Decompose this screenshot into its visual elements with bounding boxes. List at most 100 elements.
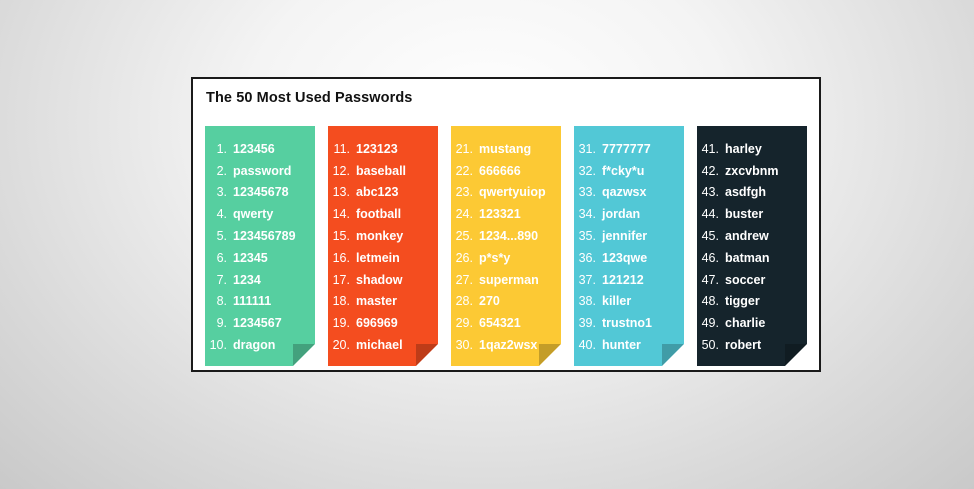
rank-number: 33. bbox=[578, 185, 596, 200]
password-entry: 18. master bbox=[328, 291, 438, 313]
password-text: trustno1 bbox=[602, 316, 652, 331]
rank-number: 31. bbox=[578, 141, 596, 156]
password-text: p*s*y bbox=[479, 250, 511, 265]
rank-number: 39. bbox=[578, 316, 596, 331]
rank-number: 47. bbox=[701, 272, 719, 287]
rank-number: 37. bbox=[578, 272, 596, 287]
password-text: jordan bbox=[602, 207, 641, 222]
password-text: 1qaz2wsx bbox=[479, 338, 538, 353]
password-text: 111111 bbox=[233, 294, 272, 309]
infographic-panel: The 50 Most Used Passwords 1. 123456 2. pas… bbox=[191, 77, 821, 372]
password-text: f*cky*u bbox=[602, 163, 645, 178]
password-entry: 41. harley bbox=[697, 138, 807, 160]
password-text: asdfgh bbox=[725, 185, 766, 200]
password-entry: 3. 12345678 bbox=[205, 182, 315, 204]
password-text: shadow bbox=[356, 272, 403, 287]
password-text: 7777777 bbox=[602, 141, 651, 156]
rank-number: 45. bbox=[701, 229, 719, 244]
password-entry: 39. trustno1 bbox=[574, 312, 684, 334]
password-entry: 28. 270 bbox=[451, 291, 561, 313]
rank-number: 41. bbox=[701, 141, 719, 156]
password-entry: 7. 1234 bbox=[205, 269, 315, 291]
password-text: letmein bbox=[356, 250, 400, 265]
password-text: 270 bbox=[479, 294, 500, 309]
password-text: 1234 bbox=[233, 272, 261, 287]
rank-number: 49. bbox=[701, 316, 719, 331]
rank-number: 26. bbox=[455, 250, 473, 265]
rank-number: 2. bbox=[216, 163, 227, 178]
password-entry: 24. 123321 bbox=[451, 203, 561, 225]
rank-number: 16. bbox=[332, 250, 350, 265]
rank-number: 32. bbox=[578, 163, 596, 178]
rank-number: 4. bbox=[216, 207, 227, 222]
password-text: hunter bbox=[602, 338, 641, 353]
password-text: jennifer bbox=[602, 229, 648, 244]
password-entry: 33. qazwsx bbox=[574, 182, 684, 204]
rank-number: 18. bbox=[332, 294, 350, 309]
rank-number: 27. bbox=[455, 272, 473, 287]
rank-number: 36. bbox=[578, 250, 596, 265]
password-entry: 4. qwerty bbox=[205, 203, 315, 225]
rank-number: 48. bbox=[701, 294, 719, 309]
password-text: michael bbox=[356, 338, 403, 353]
rank-number: 19. bbox=[332, 316, 350, 331]
password-text: charlie bbox=[725, 316, 766, 331]
rank-number: 21. bbox=[455, 141, 473, 156]
password-column-2: 11. 123123 12. baseball 13. abc123 14. football… bbox=[328, 126, 438, 366]
rank-number: 24. bbox=[455, 207, 473, 222]
rank-number: 50. bbox=[701, 338, 719, 353]
password-entry: 25. 1234...890 bbox=[451, 225, 561, 247]
folded-corner bbox=[662, 344, 684, 366]
password-entry: 8. 111111 bbox=[205, 291, 315, 313]
password-entry: 13. abc123 bbox=[328, 182, 438, 204]
password-text: harley bbox=[725, 141, 762, 156]
password-text: 1234567 bbox=[233, 316, 282, 331]
password-text: football bbox=[356, 207, 402, 222]
password-entry: 48. tigger bbox=[697, 291, 807, 313]
rank-number: 44. bbox=[701, 207, 719, 222]
password-text: buster bbox=[725, 207, 764, 222]
password-text: 12345678 bbox=[233, 185, 289, 200]
password-entry: 17. shadow bbox=[328, 269, 438, 291]
password-entry: 22. 666666 bbox=[451, 160, 561, 182]
password-column-4: 31. 7777777 32. f*cky*u 33. qazwsx 34. jordan 35… bbox=[574, 126, 684, 366]
password-text: zxcvbnm bbox=[725, 163, 779, 178]
rank-number: 40. bbox=[578, 338, 596, 353]
rank-number: 30. bbox=[455, 338, 473, 353]
password-text: soccer bbox=[725, 272, 766, 287]
rank-number: 42. bbox=[701, 163, 719, 178]
password-entry: 11. 123123 bbox=[328, 138, 438, 160]
password-text: tigger bbox=[725, 294, 760, 309]
password-entry: 15. monkey bbox=[328, 225, 438, 247]
password-text: 696969 bbox=[356, 316, 398, 331]
password-text: qwertyuiop bbox=[479, 185, 546, 200]
rank-number: 13. bbox=[332, 185, 350, 200]
rank-number: 25. bbox=[455, 229, 473, 244]
password-text: batman bbox=[725, 250, 770, 265]
password-entry: 31. 7777777 bbox=[574, 138, 684, 160]
password-entry: 21. mustang bbox=[451, 138, 561, 160]
rank-number: 1. bbox=[216, 141, 227, 156]
rank-number: 43. bbox=[701, 185, 719, 200]
password-entry: 19. 696969 bbox=[328, 312, 438, 334]
password-entry: 2. password bbox=[205, 160, 315, 182]
password-entry: 14. football bbox=[328, 203, 438, 225]
password-text: 121212 bbox=[602, 272, 644, 287]
folded-corner bbox=[416, 344, 438, 366]
password-entry: 49. charlie bbox=[697, 312, 807, 334]
password-text: 123qwe bbox=[602, 250, 648, 265]
panel-title: The 50 Most Used Passwords bbox=[206, 90, 413, 106]
password-entry: 37. 121212 bbox=[574, 269, 684, 291]
rank-number: 34. bbox=[578, 207, 596, 222]
password-entry: 47. soccer bbox=[697, 269, 807, 291]
password-text: 1234...890 bbox=[479, 229, 539, 244]
password-column-3: 21. mustang 22. 666666 23. qwertyuiop 24. 12332… bbox=[451, 126, 561, 366]
password-entry: 29. 654321 bbox=[451, 312, 561, 334]
rank-number: 17. bbox=[332, 272, 350, 287]
password-entry: 35. jennifer bbox=[574, 225, 684, 247]
password-text: 12345 bbox=[233, 250, 268, 265]
password-text: monkey bbox=[356, 229, 404, 244]
password-entry: 26. p*s*y bbox=[451, 247, 561, 269]
password-entry: 27. superman bbox=[451, 269, 561, 291]
password-entry: 36. 123qwe bbox=[574, 247, 684, 269]
